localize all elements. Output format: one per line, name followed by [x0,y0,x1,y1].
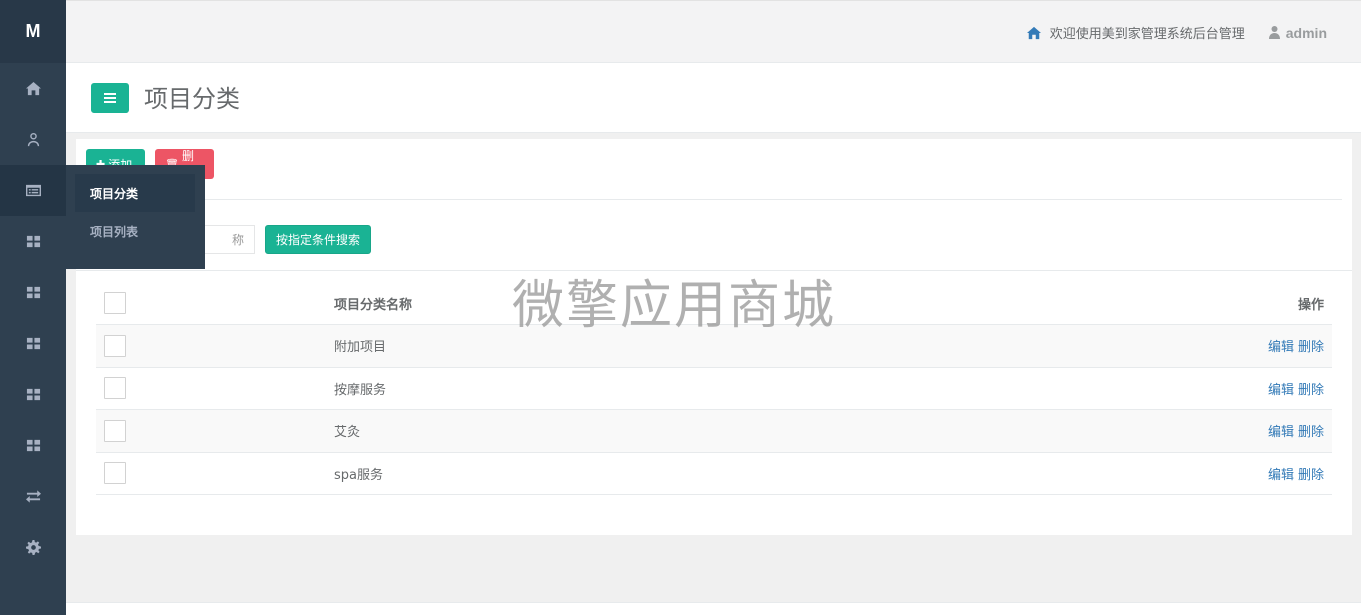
table-row: spa服务 编辑 删除 [96,452,1332,495]
edit-link[interactable]: 编辑 [1268,383,1294,398]
row-name: spa服务 [334,452,1132,495]
user-menu[interactable]: admin [1268,24,1327,41]
row-checkbox-cell [96,367,334,410]
hamburger-icon [104,97,116,99]
delete-link[interactable]: 删除 [1298,383,1324,398]
home-icon [25,81,41,96]
sidebar-item-list[interactable] [0,165,66,216]
sidebar-item-exchange[interactable] [0,471,66,522]
delete-link[interactable]: 删除 [1298,425,1324,440]
row-name: 按摩服务 [334,367,1132,410]
header-checkbox-cell [96,282,334,325]
grid-icon [26,388,40,401]
grid-icon [26,235,40,248]
delete-link[interactable]: 删除 [1298,468,1324,483]
select-all-checkbox[interactable] [104,292,126,314]
search-placeholder: 称 [231,233,244,247]
sidebar-flyout-menu: 项目分类 项目列表 [66,165,205,269]
user-icon [1268,26,1280,39]
row-checkbox-cell [96,324,334,368]
page-title: 项目分类 [144,85,240,113]
table-header-row: 项目分类名称 操作 [96,282,1332,325]
list-icon [25,184,41,197]
delete-link[interactable]: 删除 [1298,340,1324,355]
row-checkbox[interactable] [104,419,126,442]
topbar-right: 欢迎使用美到家管理系统后台管理 admin [1026,1,1327,64]
edit-link[interactable]: 编辑 [1268,468,1294,483]
edit-link[interactable]: 编辑 [1268,425,1294,440]
username: admin [1285,24,1327,41]
user-icon [27,132,39,147]
grid-icon [26,337,40,350]
sidebar-item-settings[interactable] [0,522,66,573]
header-name: 项目分类名称 [334,282,1132,325]
sidebar-item-grid-2[interactable] [0,267,66,318]
row-name: 附加项目 [334,324,1132,368]
footer [66,602,1361,615]
category-table: 项目分类名称 操作 附加项目 编辑删除 按摩服务 编辑删除 艾灸 编辑删除 [96,282,1332,495]
row-actions: 编辑 删除 [1132,409,1332,453]
sidebar-item-grid-4[interactable] [0,369,66,420]
content-panel: ✚ 添加 🗑 删除 称 按指定条件搜索 项目分类名称 操作 附加项目 编辑删除 [76,139,1352,535]
logo[interactable]: M [0,0,66,63]
sidebar-item-grid-1[interactable] [0,216,66,267]
row-name: 艾灸 [334,409,1132,453]
row-checkbox[interactable] [104,334,126,357]
grid-icon [26,439,40,452]
divider [76,270,1352,271]
edit-link[interactable]: 编辑 [1268,340,1294,355]
menu-toggle-button[interactable] [91,83,129,113]
sidebar: M [0,0,66,615]
flyout-item-category[interactable]: 项目分类 [75,174,195,212]
header-op: 操作 [1132,282,1332,325]
home-icon [1026,26,1041,39]
divider [86,199,1342,200]
welcome-text: 欢迎使用美到家管理系统后台管理 [1049,27,1245,42]
table-row: 附加项目 编辑 删除 [96,324,1332,368]
row-actions: 编辑 删除 [1132,452,1332,495]
row-checkbox-cell [96,409,334,453]
row-actions: 编辑 删除 [1132,367,1332,410]
table-row: 按摩服务 编辑 删除 [96,367,1332,410]
row-checkbox-cell [96,452,334,495]
search-button[interactable]: 按指定条件搜索 [265,225,372,254]
row-checkbox[interactable] [104,377,126,400]
sidebar-item-grid-3[interactable] [0,318,66,369]
table-row: 艾灸 编辑 删除 [96,409,1332,453]
grid-icon [26,286,40,299]
row-checkbox[interactable] [104,462,126,485]
flyout-item-list[interactable]: 项目列表 [75,212,195,250]
sidebar-item-home[interactable] [0,63,66,114]
exchange-icon [25,490,41,503]
gear-icon [25,540,41,555]
sidebar-item-user[interactable] [0,114,66,165]
topbar: 欢迎使用美到家管理系统后台管理 admin [66,0,1361,63]
row-actions: 编辑 删除 [1132,324,1332,368]
sidebar-item-grid-5[interactable] [0,420,66,471]
welcome-message: 欢迎使用美到家管理系统后台管理 [1026,23,1245,42]
page-header: 项目分类 [66,63,1361,133]
